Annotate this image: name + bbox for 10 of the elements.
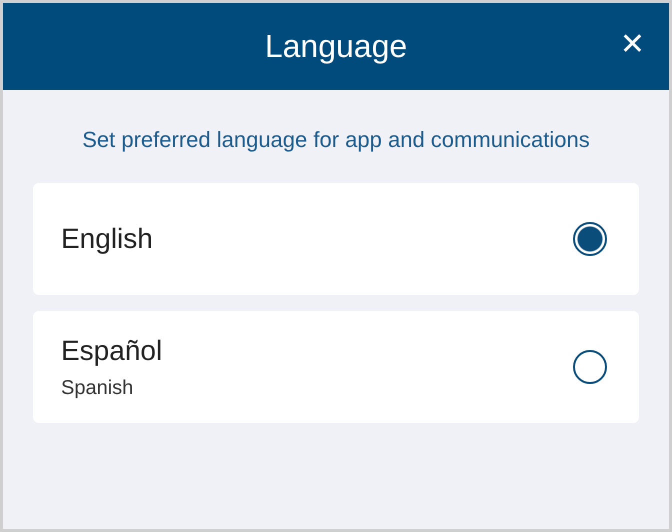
language-option[interactable]: English [33,183,639,295]
language-option[interactable]: Español Spanish [33,311,639,423]
language-name: English [61,223,153,255]
dialog-title: Language [264,28,408,65]
language-sublabel: Spanish [61,376,134,400]
close-button[interactable]: ✕ [620,25,645,65]
radio-button[interactable] [573,222,607,256]
subtitle-text: Set preferred language for app and communications [81,126,591,154]
radio-button[interactable] [573,350,607,384]
language-name: Español [61,334,162,366]
